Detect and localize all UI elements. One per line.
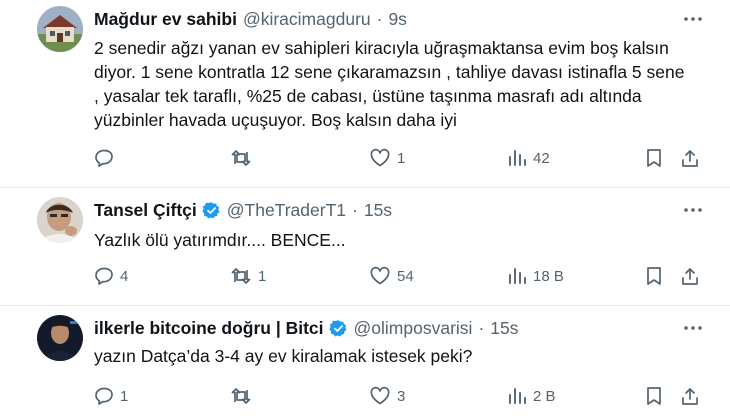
like-count: 3	[397, 387, 406, 405]
share-icon	[680, 148, 700, 168]
tweet-1[interactable]: Mağdur ev sahibi @kiracimagduru · 9s 2 s…	[0, 0, 730, 186]
user-handle[interactable]: @kiracimagduru	[243, 9, 371, 30]
avatar[interactable]	[37, 315, 83, 361]
tweet-text: 2 senedir ağzı yanan ev sahipleri kiracı…	[94, 36, 704, 132]
avatar[interactable]	[37, 6, 83, 52]
bookmark-button[interactable]	[645, 384, 663, 408]
verified-badge-icon	[329, 319, 348, 338]
tweet-header: Tansel Çiftçi @TheTraderT1 · 15s	[94, 198, 392, 222]
heart-icon	[369, 266, 391, 286]
view-count: 2 B	[533, 387, 556, 405]
tweet-2[interactable]: Tansel Çiftçi @TheTraderT1 · 15s Yazlık …	[0, 188, 730, 306]
user-handle[interactable]: @TheTraderT1	[227, 200, 346, 221]
retweet-icon	[230, 386, 252, 406]
reply-icon	[94, 266, 114, 286]
separator-dot: ·	[478, 317, 485, 338]
reply-button[interactable]: 4	[94, 264, 128, 288]
reply-icon	[94, 386, 114, 406]
action-bar: 4 1 54 18 B	[0, 264, 730, 288]
like-button[interactable]: 3	[369, 384, 405, 408]
views-icon	[507, 266, 527, 286]
tweet-text-line: diyor. 1 sene kontratla 12 sene çıkarama…	[94, 62, 685, 82]
views-icon	[507, 386, 527, 406]
action-bar: 1 3 2 B	[0, 384, 730, 408]
tweet-text-line: 2 senedir ağzı yanan ev sahipleri kiracı…	[94, 38, 669, 58]
views-icon	[507, 148, 527, 168]
retweet-button[interactable]	[230, 146, 258, 170]
tweet-3[interactable]: ilkerle bitcoine doğru | Bitci @olimposv…	[0, 306, 730, 420]
action-bar: 1 42	[0, 146, 730, 170]
timestamp[interactable]: 15s	[364, 200, 392, 221]
heart-icon	[369, 148, 391, 168]
reply-icon	[94, 148, 114, 168]
share-icon	[680, 386, 700, 406]
tweet-header: Mağdur ev sahibi @kiracimagduru · 9s	[94, 7, 407, 31]
like-count: 1	[397, 149, 406, 167]
separator-dot: ·	[376, 8, 383, 29]
reply-button[interactable]: 1	[94, 384, 128, 408]
view-count: 42	[533, 149, 550, 167]
display-name[interactable]: ilkerle bitcoine doğru | Bitci	[94, 318, 324, 339]
like-count: 54	[397, 267, 414, 285]
reply-count: 1	[120, 387, 129, 405]
display-name[interactable]: Mağdur ev sahibi	[94, 9, 237, 30]
share-button[interactable]	[680, 146, 700, 170]
views-button[interactable]: 42	[507, 146, 550, 170]
tweet-text-line: yazın Datça’da 3-4 ay ev kiralamak istes…	[94, 346, 473, 366]
separator-dot: ·	[352, 199, 358, 220]
reply-count: 4	[120, 267, 129, 285]
view-count: 18 B	[533, 267, 564, 285]
tweet-text-line: , yasalar tek taraflı, %25 de cabası, üs…	[94, 86, 642, 106]
reply-button[interactable]	[94, 146, 120, 170]
retweet-icon	[230, 148, 252, 168]
retweet-button[interactable]: 1	[230, 264, 266, 288]
bookmark-button[interactable]	[645, 264, 663, 288]
tweet-text: Yazlık ölü yatırımdır.... BENCE...	[94, 228, 704, 252]
like-button[interactable]: 1	[369, 146, 405, 170]
share-icon	[680, 266, 700, 286]
more-icon[interactable]	[682, 200, 704, 220]
retweet-icon	[230, 266, 252, 286]
like-button[interactable]: 54	[369, 264, 414, 288]
retweet-button[interactable]	[230, 384, 258, 408]
tweet-text: yazın Datça’da 3-4 ay ev kiralamak istes…	[94, 344, 704, 368]
views-button[interactable]: 2 B	[507, 384, 556, 408]
views-button[interactable]: 18 B	[507, 264, 564, 288]
user-handle[interactable]: @olimposvarisi	[354, 318, 473, 339]
bookmark-icon	[645, 266, 663, 286]
bookmark-icon	[645, 386, 663, 406]
tweet-header: ilkerle bitcoine doğru | Bitci @olimposv…	[94, 316, 518, 340]
bookmark-icon	[645, 148, 663, 168]
more-icon[interactable]	[682, 9, 704, 29]
bookmark-button[interactable]	[645, 146, 663, 170]
display-name[interactable]: Tansel Çiftçi	[94, 200, 197, 221]
verified-badge-icon	[202, 201, 221, 220]
share-button[interactable]	[680, 384, 700, 408]
tweet-text-line: yüzbinler havada uçuşuyor. Boş kalsın da…	[94, 110, 457, 130]
share-button[interactable]	[680, 264, 700, 288]
timestamp[interactable]: 9s	[388, 9, 406, 30]
avatar[interactable]	[37, 197, 83, 243]
heart-icon	[369, 386, 391, 406]
more-icon[interactable]	[682, 318, 704, 338]
retweet-count: 1	[258, 267, 267, 285]
tweet-text-line: Yazlık ölü yatırımdır.... BENCE...	[94, 230, 346, 250]
timestamp[interactable]: 15s	[490, 318, 518, 339]
